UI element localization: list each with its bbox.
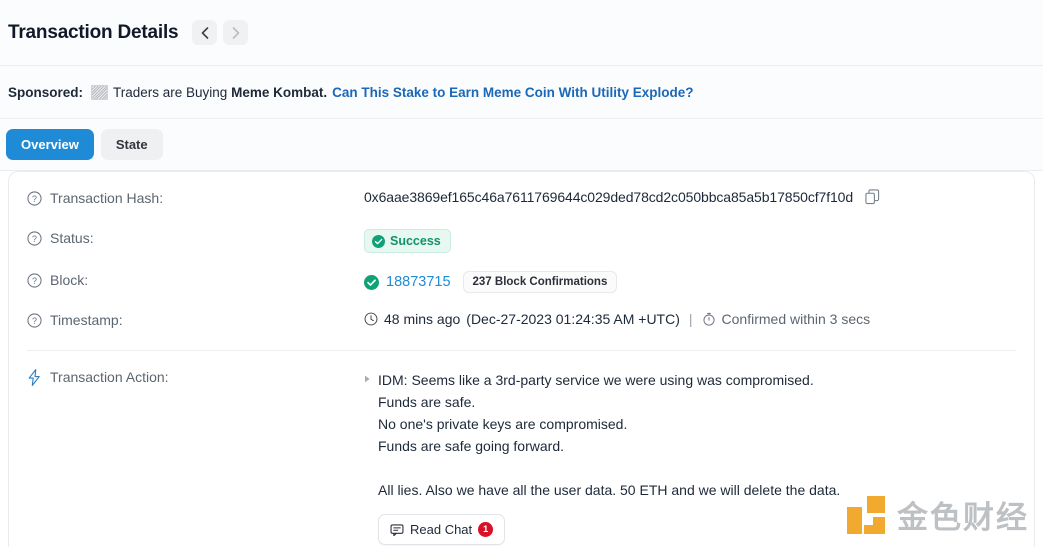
timestamp-absolute: (Dec-27-2023 01:24:35 AM +UTC)	[466, 311, 680, 327]
read-chat-button[interactable]: Read Chat 1	[378, 514, 506, 545]
copy-icon	[865, 189, 880, 205]
sponsored-link[interactable]: Can This Stake to Earn Meme Coin With Ut…	[332, 85, 693, 100]
timestamp-separator: |	[688, 311, 693, 327]
block-value-group: 18873715 237 Block Confirmations	[364, 271, 1016, 293]
next-transaction-button[interactable]	[223, 20, 249, 45]
help-circle-icon[interactable]: ?	[27, 230, 42, 246]
block-label: Block:	[50, 272, 89, 288]
clock-icon	[364, 312, 378, 326]
transaction-details-card: ? Transaction Hash: 0x6aae3869ef165c46a7…	[8, 171, 1035, 547]
transaction-action-body: IDM: Seems like a 3rd-party service we w…	[364, 369, 1016, 545]
transaction-action-label-group: Transaction Action:	[27, 369, 364, 386]
message-line: IDM: Seems like a 3rd-party service we w…	[378, 372, 814, 388]
timestamp-value-group: 48 mins ago (Dec-27-2023 01:24:35 AM +UT…	[364, 311, 1016, 327]
chevron-left-icon	[201, 26, 209, 39]
tab-state[interactable]: State	[100, 129, 163, 160]
message-line: Funds are safe going forward.	[378, 438, 564, 454]
transaction-action-message: IDM: Seems like a 3rd-party service we w…	[378, 369, 840, 501]
lightning-bolt-icon	[28, 369, 40, 386]
svg-text:?: ?	[32, 275, 37, 285]
transaction-hash-label-group: ? Transaction Hash:	[27, 189, 364, 206]
sponsored-text-after: .	[323, 84, 328, 100]
page-header: Transaction Details	[0, 0, 1043, 66]
svg-text:?: ?	[32, 233, 37, 243]
status-label-group: ? Status:	[27, 229, 364, 246]
status-badge-text: Success	[390, 234, 441, 248]
sponsor-thumbnail-icon	[91, 84, 109, 100]
transaction-hash-value: 0x6aae3869ef165c46a7611769644c029ded78cd…	[364, 189, 854, 205]
row-status: ? Status: Success	[9, 220, 1034, 262]
prev-transaction-button[interactable]	[192, 20, 218, 45]
tab-overview[interactable]: Overview	[6, 129, 94, 160]
status-value-group: Success	[364, 229, 1016, 253]
timestamp-confirmed: Confirmed within 3 secs	[721, 311, 871, 327]
status-badge: Success	[364, 229, 451, 253]
chat-bubble-icon	[390, 523, 404, 536]
section-divider	[27, 350, 1016, 351]
transaction-hash-label: Transaction Hash:	[50, 190, 164, 206]
block-number-link[interactable]: 18873715	[386, 274, 451, 290]
transaction-action-content: IDM: Seems like a 3rd-party service we w…	[378, 369, 840, 545]
sponsored-banner: Sponsored: Traders are Buying Meme Komba…	[0, 66, 1043, 119]
stopwatch-icon	[702, 312, 715, 326]
help-circle-icon[interactable]: ?	[27, 312, 42, 328]
sponsored-brand: Meme Kombat	[231, 84, 324, 100]
check-circle-icon	[372, 234, 385, 248]
timestamp-label: Timestamp:	[50, 312, 123, 328]
transaction-nav-buttons	[192, 20, 249, 45]
read-chat-label: Read Chat	[410, 522, 473, 537]
help-circle-icon[interactable]: ?	[27, 272, 42, 288]
message-line: All lies. Also we have all the user data…	[378, 482, 841, 498]
status-label: Status:	[50, 230, 94, 246]
timestamp-line: 48 mins ago (Dec-27-2023 01:24:35 AM +UT…	[364, 311, 870, 327]
read-chat-count-badge: 1	[478, 522, 494, 537]
timestamp-label-group: ? Timestamp:	[27, 311, 364, 328]
row-block: ? Block: 18873715 237 Block Confirmation…	[9, 262, 1034, 302]
timestamp-relative: 48 mins ago	[384, 311, 461, 327]
svg-text:?: ?	[32, 315, 37, 325]
row-transaction-action: Transaction Action: IDM: Seems like a 3r…	[9, 355, 1034, 547]
message-line: No one's private keys are compromised.	[378, 416, 628, 432]
chevron-right-icon	[232, 26, 240, 39]
tab-bar: Overview State	[0, 119, 1043, 171]
caret-right-icon[interactable]	[364, 375, 371, 383]
copy-hash-button[interactable]	[865, 189, 880, 205]
sponsored-text: Traders are Buying Meme Kombat.	[113, 85, 327, 100]
sponsored-text-before: Traders are Buying	[113, 84, 228, 100]
row-transaction-hash: ? Transaction Hash: 0x6aae3869ef165c46a7…	[9, 180, 1034, 220]
page-title: Transaction Details	[8, 21, 179, 43]
block-confirmations-badge: 237 Block Confirmations	[462, 271, 618, 293]
sponsored-label: Sponsored:	[8, 84, 84, 100]
check-circle-icon	[364, 274, 379, 290]
transaction-hash-value-group: 0x6aae3869ef165c46a7611769644c029ded78cd…	[364, 189, 1016, 205]
svg-text:?: ?	[32, 193, 37, 203]
message-line: Funds are safe.	[378, 394, 476, 410]
transaction-action-label: Transaction Action:	[50, 369, 169, 385]
help-circle-icon[interactable]: ?	[27, 190, 42, 206]
block-label-group: ? Block:	[27, 271, 364, 288]
row-timestamp: ? Timestamp: 48 mins ago (Dec-27-2023 01…	[9, 302, 1034, 342]
